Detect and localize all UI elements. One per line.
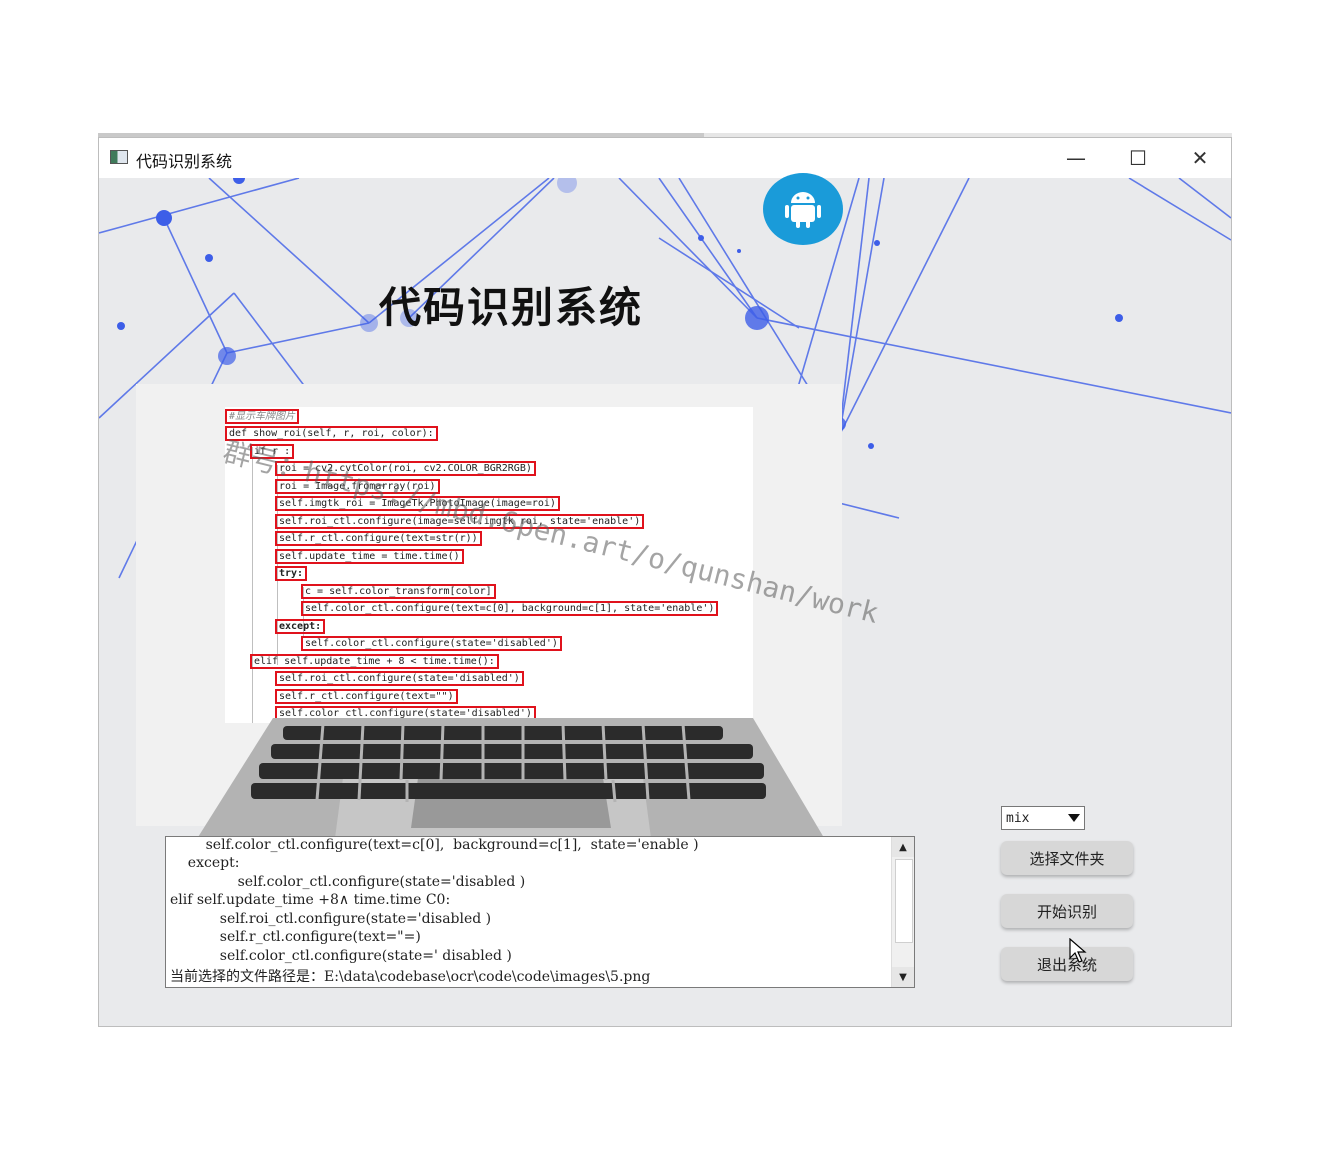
close-button[interactable]: ✕ (1169, 138, 1231, 178)
code-line: c = self.color_transform[color] (301, 584, 496, 599)
output-line: 当前选择的文件路径是：E:\data\codebase\ocr\code\cod… (170, 969, 651, 985)
code-line: self.roi_ctl.configure(state='disabled') (275, 671, 524, 686)
code-line: self.color_ctl.configure(text=c[0], back… (301, 601, 719, 616)
page-title: 代码识别系统 (379, 283, 644, 332)
chevron-down-icon (1068, 814, 1080, 822)
app-window: 代码识别系统 — ☐ ✕ 代码识别系统 #显示车牌图片 def show_roi… (98, 137, 1232, 1027)
output-line: except: (170, 855, 240, 871)
android-icon (785, 192, 821, 228)
indent-guide (252, 447, 253, 723)
code-line: self.update_time = time.time() (275, 549, 464, 564)
code-line: self.r_ctl.configure(text=str(r)) (275, 531, 482, 546)
exit-system-button[interactable]: 退出系统 (1001, 947, 1133, 981)
start-recognition-button[interactable]: 开始识别 (1001, 894, 1133, 928)
output-line: self.color_ctl.configure(state='disabled… (202, 874, 526, 890)
output-line: self.r_ctl.configure(text="=) (202, 929, 421, 945)
output-line: self.color_ctl.configure(state=' disable… (202, 948, 512, 964)
output-textbox[interactable]: self.color_ctl.configure(text=c[0], back… (165, 836, 915, 988)
mode-select-value: mix (1006, 811, 1030, 826)
mouse-cursor-icon (1069, 938, 1087, 963)
code-line: self.r_ctl.configure(text="") (275, 689, 458, 704)
output-scrollbar[interactable]: ▲ ▼ (891, 837, 914, 987)
main-content: 代码识别系统 #显示车牌图片 def show_roi(self, r, roi… (99, 173, 1231, 1026)
output-line: self.roi_ctl.configure(state='disabled ) (202, 911, 492, 927)
indent-guide (277, 465, 278, 665)
code-line: #显示车牌图片 (225, 409, 300, 424)
scroll-thumb[interactable] (895, 859, 913, 943)
maximize-button[interactable]: ☐ (1107, 138, 1169, 178)
app-icon (110, 150, 128, 164)
choose-folder-button[interactable]: 选择文件夹 (1001, 841, 1133, 875)
scroll-up-icon[interactable]: ▲ (892, 837, 914, 857)
mode-select[interactable]: mix (1001, 806, 1085, 830)
output-line: self.color_ctl.configure(text=c[0], back… (170, 837, 699, 853)
title-bar: 代码识别系统 — ☐ ✕ (99, 138, 1231, 178)
code-line: self.color_ctl.configure(state='disabled… (301, 636, 562, 651)
android-badge[interactable] (763, 173, 843, 245)
scroll-down-icon[interactable]: ▼ (892, 967, 914, 987)
code-line: try: (275, 566, 308, 581)
code-line: elif self.update_time + 8 < time.time(): (250, 654, 499, 669)
window-title: 代码识别系统 (136, 152, 233, 171)
minimize-button[interactable]: — (1045, 138, 1107, 178)
code-line: except: (275, 619, 326, 634)
output-line: elif self.update_time +8∧ time.time C0: (170, 892, 451, 908)
